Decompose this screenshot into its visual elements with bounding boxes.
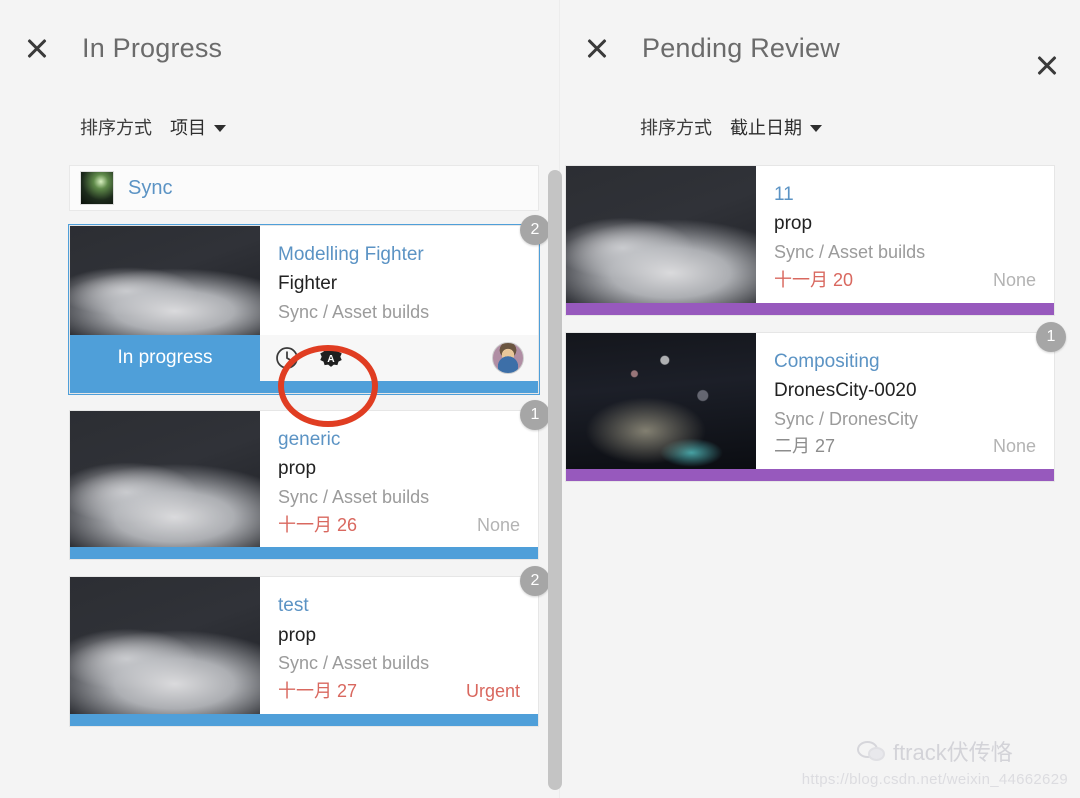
- close-icon[interactable]: [582, 33, 612, 63]
- svg-text:A: A: [327, 354, 335, 365]
- close-icon[interactable]: [1032, 50, 1062, 80]
- task-due-date: 十一月 20: [774, 269, 854, 290]
- task-type[interactable]: 11: [774, 180, 1036, 209]
- task-meta: 十一月 20 None: [774, 267, 1036, 295]
- task-priority: Urgent: [465, 681, 520, 702]
- task-card-body: Compositing DronesCity-0020 Sync / Drone…: [566, 332, 1054, 470]
- task-card-body: generic prop Sync / Asset builds 十一月 26 …: [70, 410, 538, 548]
- task-name: prop: [278, 624, 317, 646]
- task-due-date: 十一月 27: [278, 681, 358, 702]
- task-thumbnail: [70, 226, 260, 335]
- group-header-sync[interactable]: Sync: [69, 165, 539, 211]
- task-card[interactable]: 1 generic prop Sync / Asset builds 十一月 2…: [69, 399, 550, 561]
- chevron-down-icon: [214, 125, 226, 132]
- column-title: In Progress: [82, 32, 223, 63]
- task-card-info: 11 prop Sync / Asset builds 十一月 20 None: [756, 166, 1054, 303]
- task-name: DronesCity-0020: [774, 380, 917, 402]
- task-status-label[interactable]: In progress: [70, 334, 260, 381]
- task-card-info: Compositing DronesCity-0020 Sync / Drone…: [756, 333, 1054, 470]
- task-board: In Progress 排序方式 项目 Sync 2 Modelling Fig…: [0, 0, 1080, 798]
- task-type[interactable]: generic: [278, 425, 520, 454]
- sort-by-dropdown[interactable]: 截止日期: [730, 114, 822, 140]
- column-title: Pending Review: [642, 32, 840, 63]
- task-due-date: 十一月 26: [278, 514, 358, 535]
- avatar[interactable]: [492, 341, 524, 374]
- task-due-date: 二月 27: [774, 436, 836, 457]
- task-path: Sync / Asset builds: [774, 241, 926, 262]
- task-type[interactable]: Compositing: [774, 347, 1036, 376]
- task-thumbnail: [566, 332, 756, 470]
- task-status-strip: [70, 547, 538, 560]
- task-meta: 二月 27 None: [774, 433, 1036, 461]
- task-status-strip: [566, 302, 1054, 315]
- task-name: prop: [278, 458, 317, 480]
- task-status-strip: [566, 469, 1054, 482]
- task-status-strip: [70, 380, 538, 393]
- task-priority: None: [476, 514, 520, 535]
- task-card-body: test prop Sync / Asset builds 十一月 27 Urg…: [70, 577, 538, 715]
- task-type[interactable]: test: [278, 591, 520, 620]
- task-path: Sync / Asset builds: [278, 653, 430, 674]
- task-meta: 十一月 26 None: [278, 512, 520, 540]
- card-list-pending-review[interactable]: 11 prop Sync / Asset builds 十一月 20 None …: [560, 165, 1080, 798]
- task-card-info: test prop Sync / Asset builds 十一月 27 Urg…: [260, 577, 538, 714]
- group-name: Sync: [128, 176, 173, 199]
- task-card-info: Modelling Fighter Fighter Sync / Asset b…: [260, 226, 538, 335]
- column-pending-review: Pending Review 排序方式 截止日期 11 prop Sync / …: [560, 0, 1080, 798]
- task-card-info: generic prop Sync / Asset builds 十一月 26 …: [260, 411, 538, 548]
- task-thumbnail: [70, 577, 260, 715]
- task-thumbnail: [566, 166, 756, 303]
- sort-bar-in-progress: 排序方式 项目: [0, 96, 559, 158]
- task-status-strip: [70, 714, 538, 727]
- close-icon[interactable]: [22, 33, 52, 63]
- task-name: Fighter: [278, 273, 338, 295]
- column-header-in-progress: In Progress: [0, 0, 559, 96]
- sort-by-value: 截止日期: [730, 118, 802, 138]
- sort-by-label: 排序方式: [80, 118, 152, 138]
- task-action-icons: A: [260, 341, 538, 374]
- task-path: Sync / Asset builds: [278, 301, 430, 322]
- task-card[interactable]: 2 test prop Sync / Asset builds 十一月 27 U…: [69, 566, 550, 728]
- task-path: Sync / DronesCity: [774, 408, 919, 429]
- task-card-body: 11 prop Sync / Asset builds 十一月 20 None: [566, 166, 1054, 303]
- badge-a-icon[interactable]: A: [318, 345, 344, 371]
- sort-by-dropdown[interactable]: 项目: [170, 114, 226, 140]
- task-card[interactable]: 11 prop Sync / Asset builds 十一月 20 None: [565, 165, 1055, 316]
- task-type[interactable]: Modelling Fighter: [278, 240, 520, 269]
- task-name: prop: [774, 213, 813, 235]
- clock-icon[interactable]: [274, 345, 300, 371]
- card-list-in-progress[interactable]: Sync 2 Modelling Fighter Fighter Sync / …: [0, 165, 559, 798]
- task-priority: None: [992, 436, 1036, 457]
- sort-bar-pending-review: 排序方式 截止日期: [560, 96, 1080, 158]
- task-priority: None: [992, 269, 1036, 290]
- task-path: Sync / Asset builds: [278, 486, 430, 507]
- task-status-row: In progress A: [70, 334, 538, 381]
- sort-by-value: 项目: [170, 118, 206, 138]
- project-thumbnail-icon: [80, 171, 114, 205]
- task-card[interactable]: 1 Compositing DronesCity-0020 Sync / Dro…: [565, 321, 1066, 483]
- task-card-body: Modelling Fighter Fighter Sync / Asset b…: [70, 226, 538, 335]
- column-in-progress: In Progress 排序方式 项目 Sync 2 Modelling Fig…: [0, 0, 562, 798]
- chevron-down-icon: [810, 125, 822, 132]
- column-header-pending-review: Pending Review: [560, 0, 1080, 96]
- sort-by-label: 排序方式: [640, 118, 712, 138]
- task-card[interactable]: 2 Modelling Fighter Fighter Sync / Asset…: [69, 215, 550, 394]
- task-thumbnail: [70, 410, 260, 548]
- task-meta: 十一月 27 Urgent: [278, 678, 520, 706]
